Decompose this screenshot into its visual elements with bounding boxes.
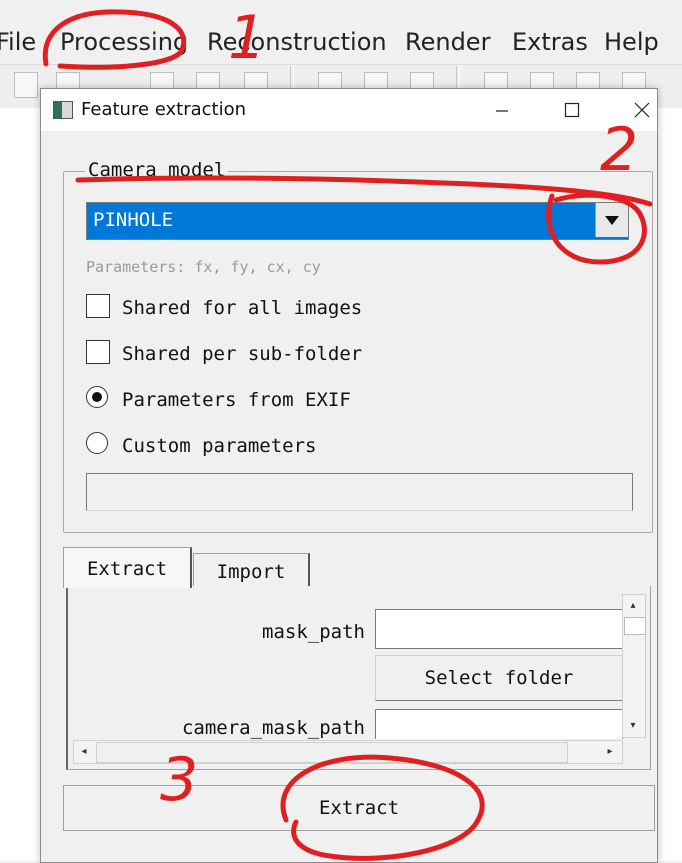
scroll-up-icon[interactable]: ▴	[623, 595, 643, 615]
dialog-title: Feature extraction	[81, 99, 247, 120]
scroll-right-icon[interactable]: ▸	[600, 741, 620, 761]
menu-help[interactable]: Help	[604, 28, 659, 56]
vertical-scrollbar[interactable]: ▴ ▾	[622, 594, 646, 738]
chevron-down-icon[interactable]	[595, 203, 628, 237]
title-bar[interactable]: Feature extraction	[41, 89, 657, 131]
menu-reconstruction[interactable]: Reconstruction	[207, 28, 387, 56]
params-from-exif-radio[interactable]	[86, 386, 108, 408]
camera-model-selected: PINHOLE	[93, 209, 174, 231]
background-canvas	[0, 108, 40, 861]
tab-extract-label: Extract	[86, 558, 168, 580]
mask-path-label: mask_path	[262, 621, 365, 643]
parameters-hint: Parameters: fx, fy, cx, cy	[86, 258, 321, 276]
camera-model-select[interactable]: PINHOLE	[86, 202, 629, 240]
background-canvas	[656, 108, 682, 861]
shared-sub-folder-label: Shared per sub-folder	[122, 343, 363, 365]
maximize-icon[interactable]	[549, 89, 595, 131]
vertical-scroll-thumb[interactable]	[624, 617, 646, 635]
select-folder-button[interactable]: Select folder	[375, 655, 623, 701]
custom-params-label: Custom parameters	[122, 435, 317, 457]
minimize-icon[interactable]	[479, 89, 525, 131]
custom-params-radio[interactable]	[86, 432, 108, 454]
menu-extras[interactable]: Extras	[512, 28, 588, 56]
camera-mask-row: camera_mask_path	[83, 707, 623, 739]
new-project-icon[interactable]	[14, 72, 38, 98]
tab-import-label: Import	[216, 561, 286, 583]
menu-file[interactable]: File	[0, 28, 36, 56]
close-icon[interactable]	[619, 89, 665, 131]
horizontal-scroll-thumb[interactable]	[96, 742, 568, 763]
scroll-left-icon[interactable]: ◂	[74, 741, 94, 761]
tab-import[interactable]: Import	[193, 553, 310, 588]
app-icon	[53, 101, 73, 119]
shared-sub-folder-checkbox[interactable]	[86, 340, 110, 364]
menu-render[interactable]: Render	[405, 28, 490, 56]
camera-mask-path-label: camera_mask_path	[181, 717, 365, 739]
params-from-exif-label: Parameters from EXIF	[122, 389, 351, 411]
camera-model-group-title: Camera model	[85, 159, 229, 181]
feature-extraction-dialog: Feature extraction Camera model PINHOLE …	[40, 88, 658, 863]
camera-mask-path-input[interactable]	[375, 709, 623, 739]
extract-button[interactable]: Extract	[63, 785, 655, 831]
scroll-down-icon[interactable]: ▾	[623, 715, 643, 735]
shared-all-images-checkbox[interactable]	[86, 294, 110, 318]
tab-extract[interactable]: Extract	[63, 547, 192, 588]
menu-processing[interactable]: Processing	[60, 28, 188, 56]
mask-path-input[interactable]	[375, 609, 623, 649]
horizontal-scrollbar[interactable]: ◂ ▸	[73, 740, 623, 764]
custom-params-input[interactable]	[86, 473, 633, 511]
shared-all-images-label: Shared for all images	[122, 297, 363, 319]
menu-bar: File Processing Reconstruction Render Ex…	[0, 0, 682, 64]
